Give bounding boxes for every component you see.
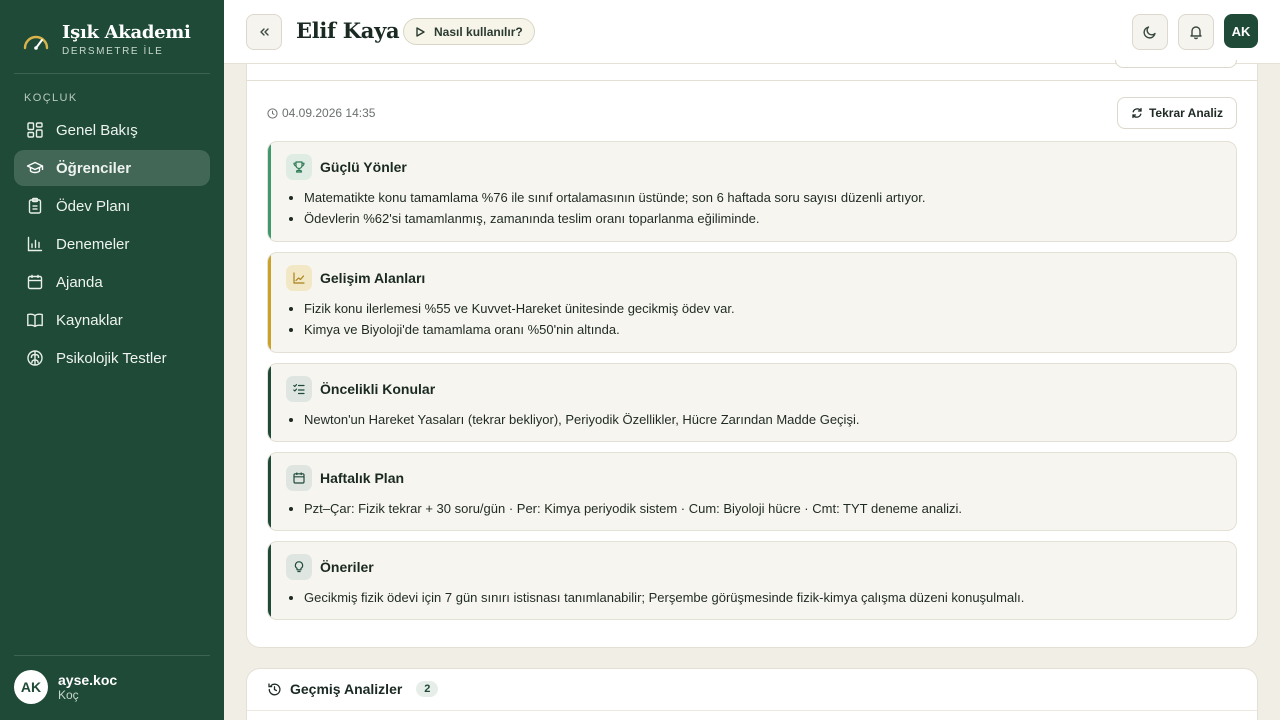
avatar[interactable]: AK	[1224, 14, 1258, 48]
book-icon	[26, 311, 44, 329]
history-title: Geçmiş Analizler	[290, 681, 403, 697]
sidebar-item-label: Kaynaklar	[56, 311, 123, 329]
sidebar-item-label: Ajanda	[56, 273, 103, 291]
sidebar-item-label: Psikolojik Testler	[56, 349, 167, 367]
section-accent-bar	[268, 253, 271, 352]
history-count-badge: 2	[416, 681, 439, 697]
chevrons-left-icon	[260, 28, 269, 36]
bell-icon	[1190, 26, 1202, 40]
reanalyze-label: Tekrar Analiz	[1148, 106, 1224, 120]
refresh-icon	[1132, 107, 1142, 119]
checklist-icon	[286, 376, 312, 402]
avatar: AK	[14, 670, 48, 704]
section-title: Öncelikli Konular	[320, 381, 436, 397]
strengths-section: Güçlü Yönler Matematikte konu tamamlama …	[267, 141, 1237, 242]
section-title: Gelişim Alanları	[320, 270, 426, 286]
section-accent-bar	[268, 542, 271, 619]
sidebar-divider	[14, 73, 210, 74]
sidebar-section-label: KOÇLUK	[24, 92, 78, 104]
user-profile[interactable]: AK ayse.koc Koç	[14, 670, 117, 704]
sidebar-nav: Genel Bakış Öğrenciler Ödev Planı Deneme…	[14, 112, 210, 378]
section-accent-bar	[268, 453, 271, 530]
section-list: Fizik konu ilerlemesi %55 ve Kuvvet-Hare…	[304, 298, 735, 340]
list-item: Kimya ve Biyoloji'de tamamlama oranı %50…	[304, 319, 735, 340]
history-header[interactable]: Geçmiş Analizler 2	[267, 681, 439, 697]
sidebar-divider	[14, 655, 210, 656]
list-item: Pzt–Çar: Fizik tekrar + 30 soru/gün · Pe…	[304, 498, 962, 519]
sidebar-item-kaynaklar[interactable]: Kaynaklar	[14, 302, 210, 338]
bar-chart-icon	[26, 235, 44, 253]
brand[interactable]: Işık Akademi DERSMETRE İLE	[22, 22, 191, 57]
sidebar-item-denemeler[interactable]: Denemeler	[14, 226, 210, 262]
previous-card-button[interactable]	[1115, 60, 1237, 68]
list-item: Gecikmiş fizik ödevi için 7 gün sınırı i…	[304, 587, 1024, 608]
section-accent-bar	[268, 142, 271, 241]
section-list: Pzt–Çar: Fizik tekrar + 30 soru/gün · Pe…	[304, 498, 962, 519]
user-role: Koç	[58, 688, 79, 702]
analysis-timestamp: 04.09.2026 14:35	[267, 106, 375, 120]
collapse-sidebar-button[interactable]	[246, 14, 282, 50]
how-to-use-button[interactable]: Nasıl kullanılır?	[403, 18, 535, 45]
list-item: Matematikte konu tamamlama %76 ile sınıf…	[304, 187, 925, 208]
notifications-button[interactable]	[1178, 14, 1214, 50]
history-divider	[247, 710, 1257, 711]
sidebar-item-ajanda[interactable]: Ajanda	[14, 264, 210, 300]
calendar-icon	[286, 465, 312, 491]
dashboard-icon	[26, 121, 44, 139]
sidebar-item-label: Genel Bakış	[56, 121, 138, 139]
analysis-card: 04.09.2026 14:35 Tekrar Analiz Güçlü Yön…	[246, 81, 1258, 648]
how-to-use-label: Nasıl kullanılır?	[434, 24, 523, 39]
brain-icon	[26, 349, 44, 367]
top-header: Elif Kaya Nasıl kullanılır? AK	[224, 0, 1280, 64]
section-title: Haftalık Plan	[320, 470, 405, 486]
user-name: ayse.koc	[58, 672, 118, 688]
section-title: Öneriler	[320, 559, 374, 575]
page-title: Elif Kaya	[296, 18, 400, 43]
section-list: Newton'un Hareket Yasaları (tekrar bekli…	[304, 409, 859, 430]
priority-topics-section: Öncelikli Konular Newton'un Hareket Yasa…	[267, 363, 1237, 442]
history-icon	[268, 682, 281, 695]
previous-card-bottom	[246, 60, 1258, 81]
section-accent-bar	[268, 364, 271, 441]
list-item: Fizik konu ilerlemesi %55 ve Kuvvet-Hare…	[304, 298, 735, 319]
reanalyze-button[interactable]: Tekrar Analiz	[1117, 97, 1237, 129]
improvement-section: Gelişim Alanları Fizik konu ilerlemesi %…	[267, 252, 1237, 353]
moon-icon	[1143, 26, 1156, 39]
section-list: Matematikte konu tamamlama %76 ile sınıf…	[304, 187, 925, 229]
timestamp-text: 04.09.2026 14:35	[282, 106, 376, 120]
sidebar-item-label: Öğrenciler	[56, 159, 132, 177]
brand-subtitle: DERSMETRE İLE	[62, 46, 164, 57]
list-item: Newton'un Hareket Yasaları (tekrar bekli…	[304, 409, 859, 430]
history-card: Geçmiş Analizler 2	[246, 668, 1258, 720]
section-list: Gecikmiş fizik ödevi için 7 gün sınırı i…	[304, 587, 1024, 608]
trophy-icon	[286, 154, 312, 180]
sidebar-item-ogrenciler[interactable]: Öğrenciler	[14, 150, 210, 186]
brand-name: Işık Akademi	[62, 22, 191, 43]
sidebar-item-odev-plani[interactable]: Ödev Planı	[14, 188, 210, 224]
sidebar-item-psikolojik-testler[interactable]: Psikolojik Testler	[14, 340, 210, 376]
sidebar-item-genel-bakis[interactable]: Genel Bakış	[14, 112, 210, 148]
clipboard-icon	[26, 197, 44, 215]
recommendations-section: Öneriler Gecikmiş fizik ödevi için 7 gün…	[267, 541, 1237, 620]
theme-toggle-button[interactable]	[1132, 14, 1168, 50]
sidebar-item-label: Denemeler	[56, 235, 130, 253]
weekly-plan-section: Haftalık Plan Pzt–Çar: Fizik tekrar + 30…	[267, 452, 1237, 531]
gauge-logo-icon	[23, 35, 49, 50]
lightbulb-icon	[286, 554, 312, 580]
graduation-cap-icon	[26, 159, 44, 177]
sidebar: Işık Akademi DERSMETRE İLE KOÇLUK Genel …	[0, 0, 224, 720]
section-title: Güçlü Yönler	[320, 159, 407, 175]
sidebar-item-label: Ödev Planı	[56, 197, 131, 215]
calendar-icon	[26, 273, 44, 291]
list-item: Ödevlerin %62'si tamamlanmış, zamanında …	[304, 208, 925, 229]
trend-chart-icon	[286, 265, 312, 291]
play-icon	[416, 26, 425, 37]
clock-icon	[267, 107, 278, 119]
